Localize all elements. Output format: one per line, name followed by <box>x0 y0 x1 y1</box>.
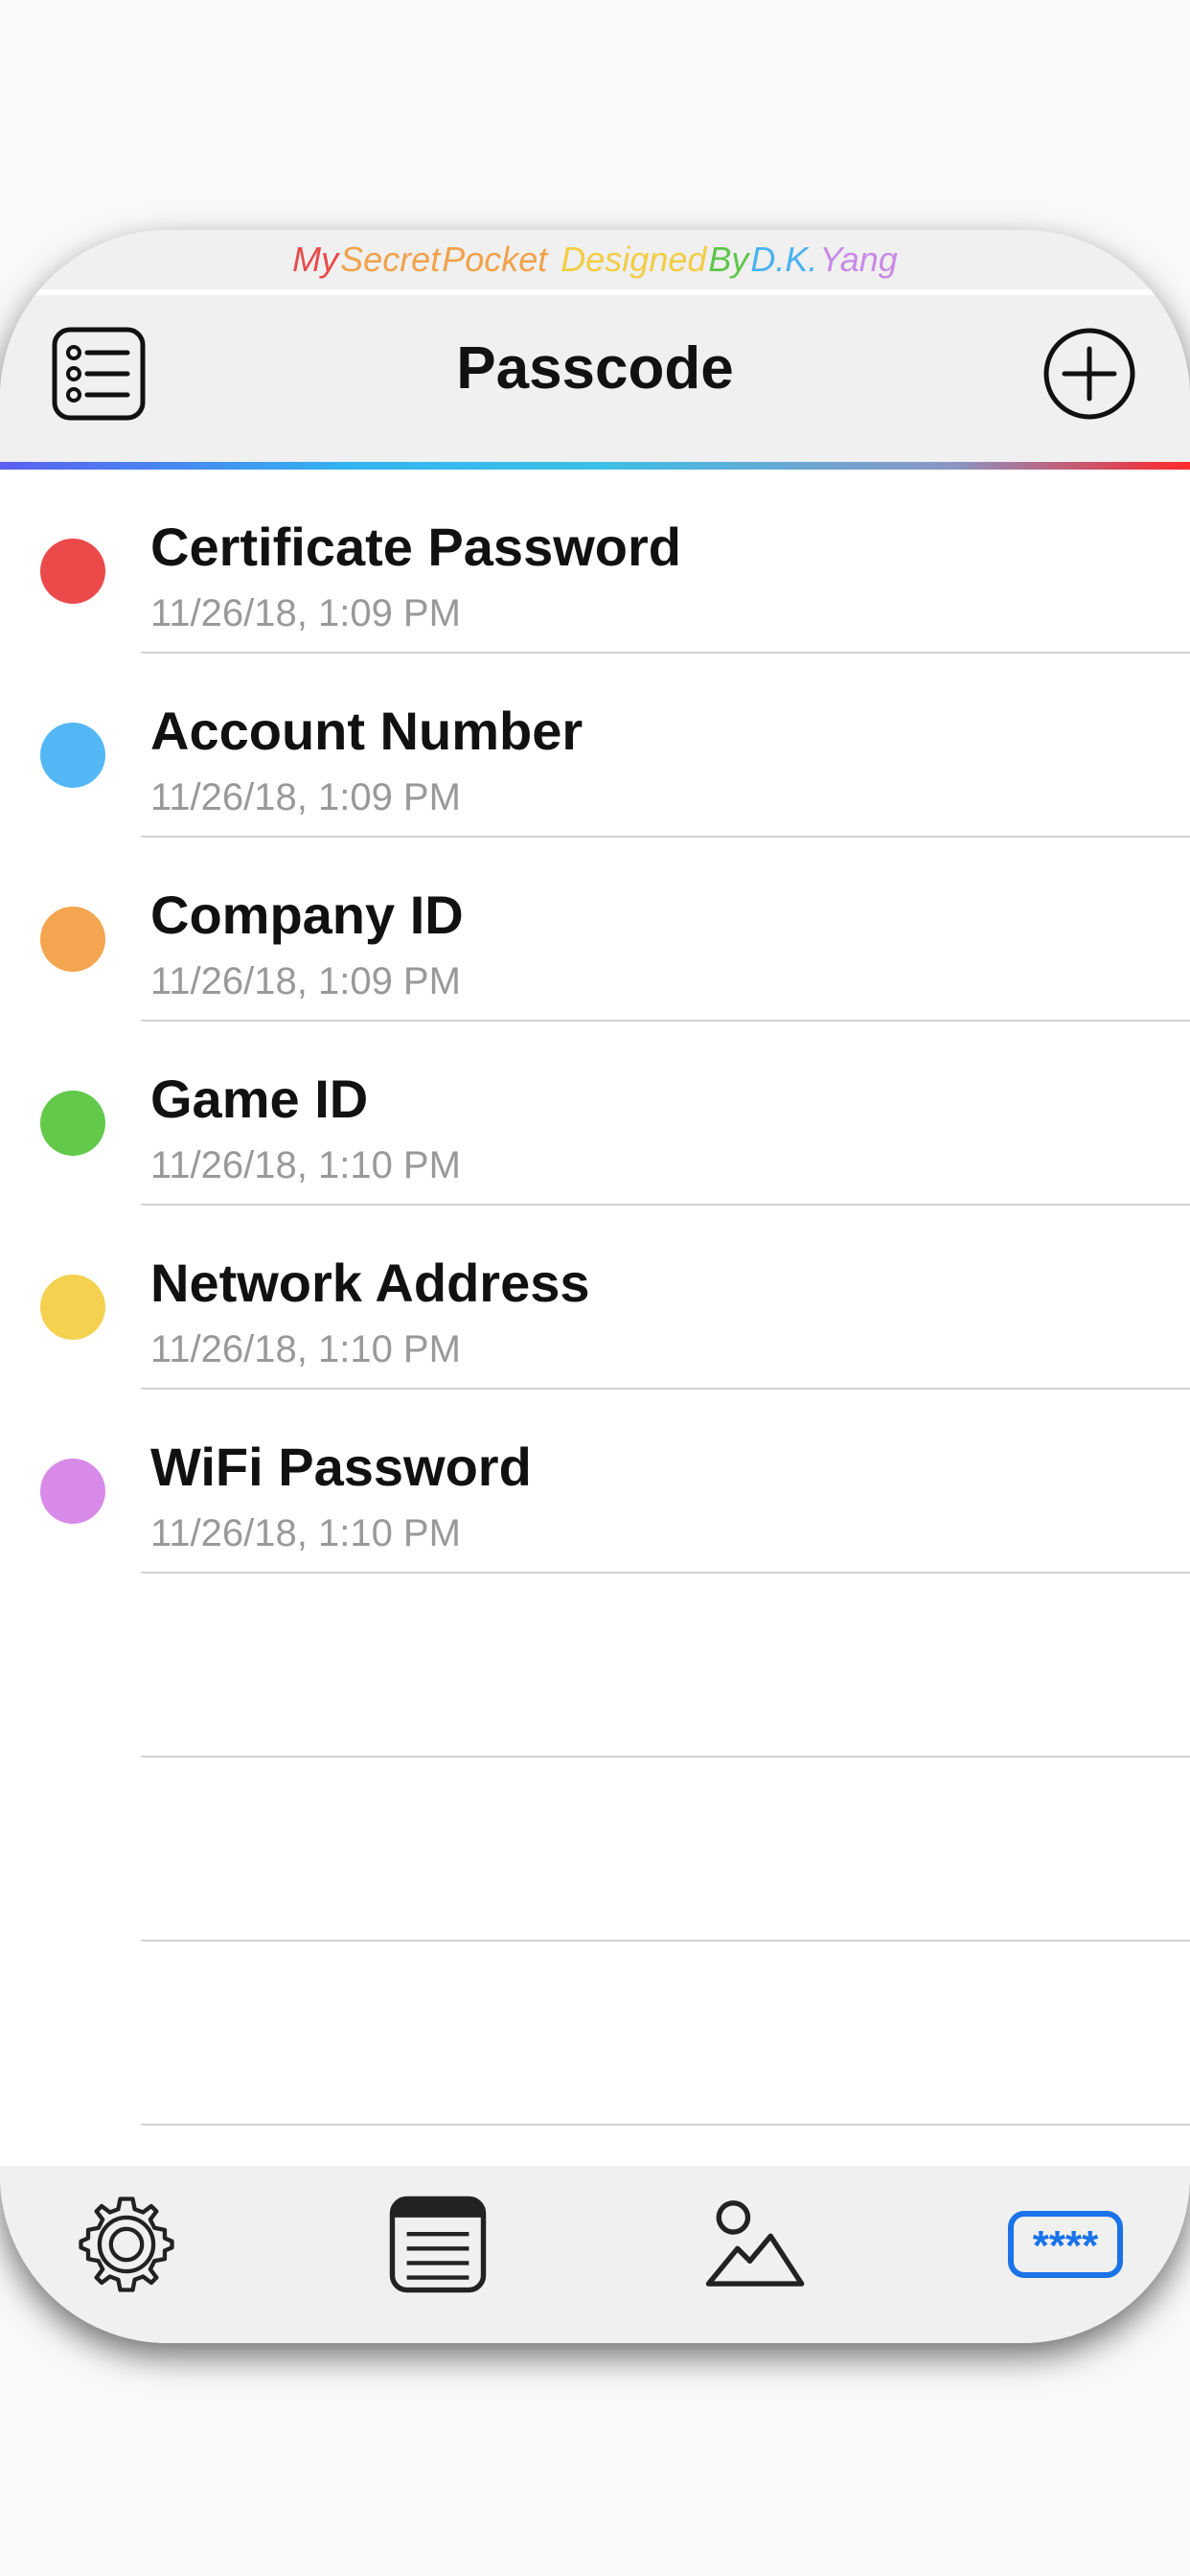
banner-word: Yang <box>819 240 898 279</box>
notes-icon <box>389 2196 487 2293</box>
item-title: Network Address <box>150 1253 590 1313</box>
list-item[interactable]: Game ID 11/26/18, 1:10 PM <box>0 1022 1190 1206</box>
list-item[interactable]: Certificate Password 11/26/18, 1:09 PM <box>0 470 1190 654</box>
item-title: Game ID <box>150 1069 369 1129</box>
empty-row <box>0 1758 1190 1942</box>
passcode-list: Certificate Password 11/26/18, 1:09 PM Acc… <box>0 470 1190 2126</box>
item-date: 11/26/18, 1:09 PM <box>150 592 461 634</box>
empty-row <box>0 1574 1190 1758</box>
banner-word: Pocket <box>442 240 548 279</box>
page-title: Passcode <box>456 335 734 402</box>
banner-word: Secret <box>340 240 441 279</box>
color-dot <box>40 1459 105 1524</box>
color-dot <box>40 539 105 604</box>
banner-word: By <box>708 240 749 279</box>
banner-word: D.K. <box>750 240 818 279</box>
item-date: 11/26/18, 1:09 PM <box>150 776 461 818</box>
gear-icon <box>79 2196 174 2292</box>
color-dot <box>40 1275 105 1340</box>
item-date: 11/26/18, 1:09 PM <box>150 960 461 1002</box>
add-circle-icon <box>1043 328 1135 420</box>
tab-photos[interactable] <box>702 2193 806 2296</box>
list-item[interactable]: Account Number 11/26/18, 1:09 PM <box>0 654 1190 838</box>
list-item[interactable]: Network Address 11/26/18, 1:10 PM <box>0 1206 1190 1390</box>
credit-banner: MySecretPocket DesignedByD.K.Yang <box>0 230 1190 289</box>
row-separator <box>141 2124 1190 2126</box>
passcode-icon: **** <box>1008 2211 1123 2278</box>
tab-settings[interactable] <box>75 2193 178 2296</box>
list-item[interactable]: Company ID 11/26/18, 1:09 PM <box>0 838 1190 1022</box>
svg-text:****: **** <box>1033 2222 1099 2269</box>
item-date: 11/26/18, 1:10 PM <box>150 1512 461 1554</box>
tab-bar: **** <box>0 2166 1190 2343</box>
color-dot <box>40 907 105 972</box>
item-title: Company ID <box>150 885 464 945</box>
banner-word: My <box>292 240 339 279</box>
item-date: 11/26/18, 1:10 PM <box>150 1328 461 1370</box>
add-button[interactable] <box>1041 326 1137 422</box>
banner-word <box>548 240 560 279</box>
color-dot <box>40 723 105 788</box>
tab-notes[interactable] <box>386 2193 490 2296</box>
tab-passcode[interactable]: **** <box>1007 2193 1124 2296</box>
color-dot <box>40 1091 105 1156</box>
accent-gradient-line <box>0 462 1190 470</box>
item-date: 11/26/18, 1:10 PM <box>150 1144 461 1186</box>
photo-icon <box>705 2200 805 2287</box>
item-title: Account Number <box>150 701 584 761</box>
item-title: WiFi Password <box>150 1437 532 1497</box>
app-window: MySecretPocket DesignedByD.K.Yang Passco… <box>0 230 1190 2343</box>
list-item[interactable]: WiFi Password 11/26/18, 1:10 PM <box>0 1390 1190 1574</box>
nav-bar: Passcode <box>0 295 1190 462</box>
item-title: Certificate Password <box>150 517 681 577</box>
banner-word: Designed <box>561 240 707 279</box>
empty-row <box>0 1942 1190 2126</box>
